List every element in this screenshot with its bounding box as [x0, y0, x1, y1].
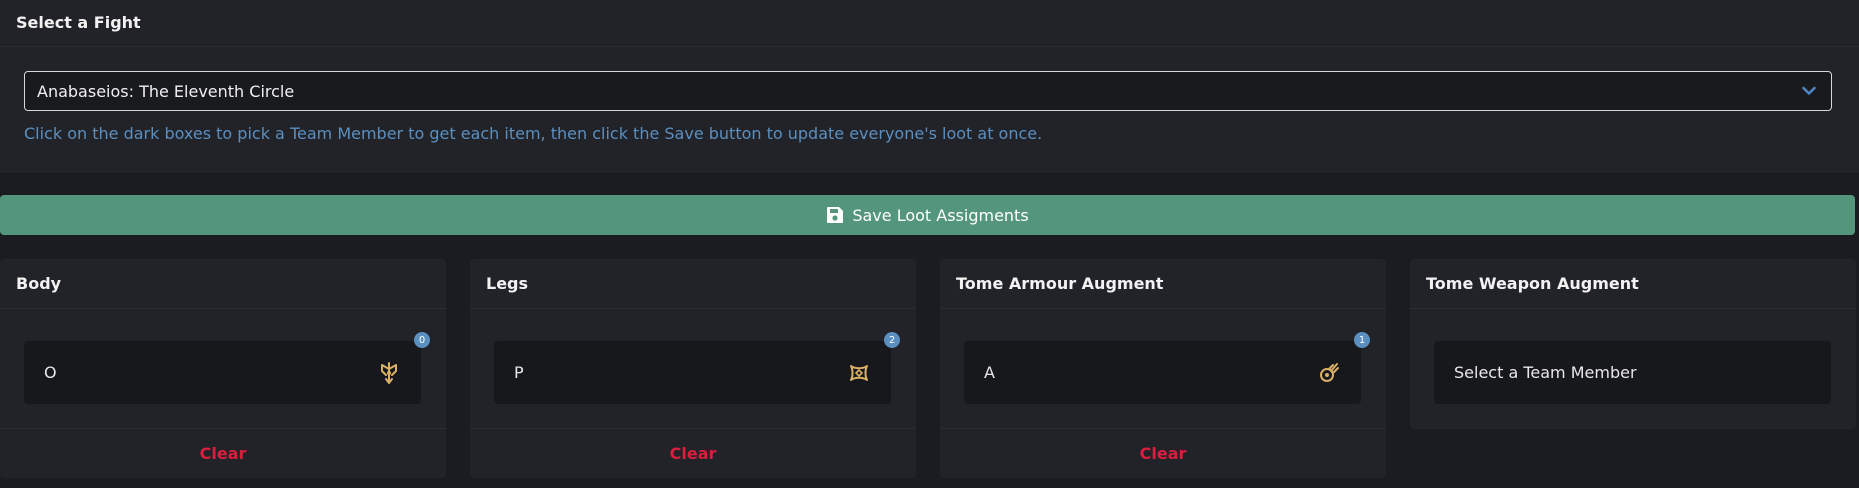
loot-card-body: Body O 0 Clear	[0, 259, 446, 478]
team-member-picker[interactable]: P 2	[494, 332, 900, 404]
loot-card-legs: Legs P 2 Clear	[470, 259, 916, 478]
team-member-name: A	[984, 363, 995, 382]
loot-card-footer: Clear	[0, 428, 446, 478]
reaper-job-icon	[847, 361, 871, 385]
team-member-name: P	[514, 363, 524, 382]
team-member-picker[interactable]: O 0	[24, 332, 430, 404]
item-count-badge: 2	[884, 332, 900, 348]
help-text: Click on the dark boxes to pick a Team M…	[24, 124, 1043, 143]
clear-button[interactable]: Clear	[200, 444, 247, 463]
clear-button[interactable]: Clear	[670, 444, 717, 463]
loot-card-footer: Clear	[940, 428, 1386, 478]
save-loot-label: Save Loot Assigments	[852, 205, 1029, 225]
floppy-disk-icon	[826, 206, 844, 224]
loot-card-footer: Clear	[470, 428, 916, 478]
save-loot-button[interactable]: Save Loot Assigments	[0, 195, 1855, 235]
loot-card-tome-armour-augment: Tome Armour Augment A 1 Clear	[940, 259, 1386, 478]
astrologian-job-icon	[1317, 361, 1341, 385]
clear-button[interactable]: Clear	[1140, 444, 1187, 463]
loot-card-title: Tome Weapon Augment	[1410, 259, 1856, 309]
loot-card-title: Body	[0, 259, 446, 309]
fight-panel: Select a Fight Anabaseios: The Eleventh …	[0, 0, 1859, 175]
team-member-name: O	[44, 363, 57, 382]
item-count-badge: 0	[414, 332, 430, 348]
fight-panel-title: Select a Fight	[0, 0, 1859, 47]
fight-select-value: Anabaseios: The Eleventh Circle	[37, 81, 295, 101]
team-member-picker[interactable]: Select a Team Member	[1434, 341, 1831, 404]
team-member-placeholder: Select a Team Member	[1454, 363, 1637, 382]
scholar-job-icon	[377, 361, 401, 385]
loot-card-title: Legs	[470, 259, 916, 309]
loot-card-title: Tome Armour Augment	[940, 259, 1386, 309]
item-count-badge: 1	[1354, 332, 1370, 348]
chevron-down-icon	[1799, 81, 1819, 101]
team-member-picker[interactable]: A 1	[964, 332, 1370, 404]
loot-card-tome-weapon-augment: Tome Weapon Augment Select a Team Member	[1410, 259, 1856, 429]
fight-select[interactable]: Anabaseios: The Eleventh Circle	[24, 71, 1832, 111]
